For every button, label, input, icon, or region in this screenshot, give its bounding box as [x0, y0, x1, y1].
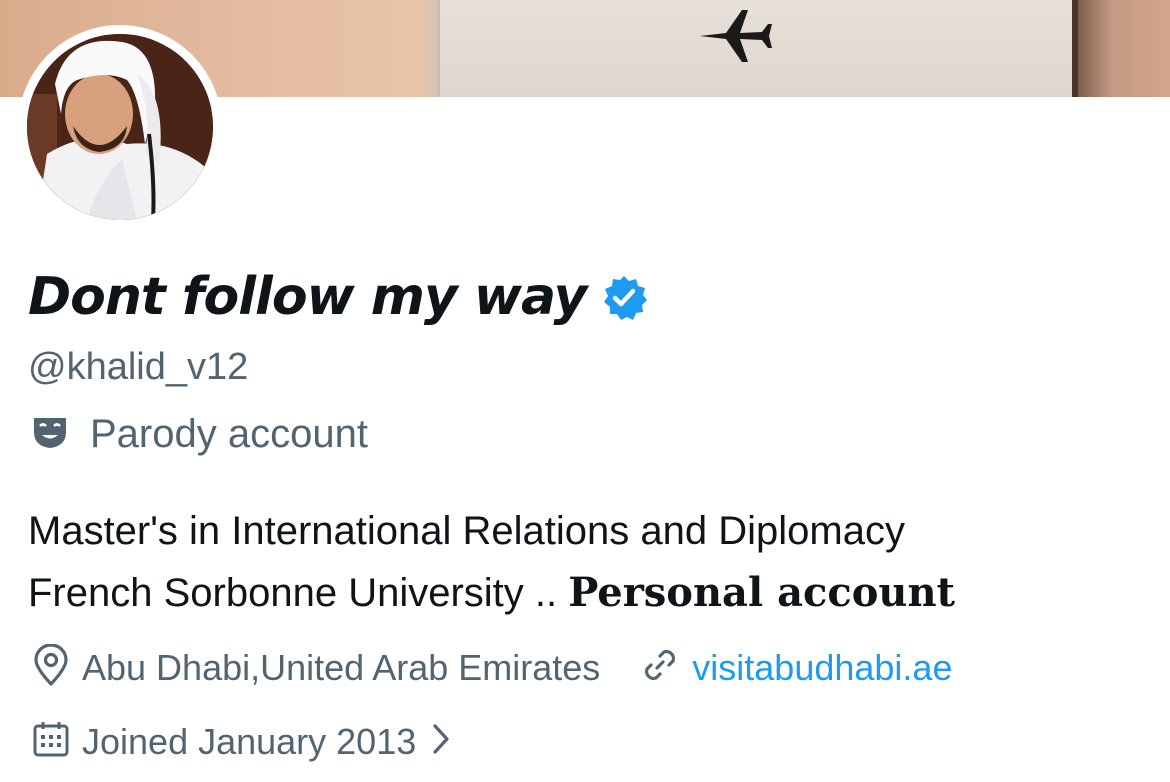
calendar-icon — [32, 720, 70, 763]
name-row: Dont follow my way — [28, 262, 648, 332]
profile-page: Dont follow my way @khalid_v12 Parody ac… — [0, 0, 1170, 782]
user-handle: @khalid_v12 — [28, 346, 249, 388]
verified-badge-icon[interactable] — [600, 274, 648, 327]
bio-bold-text: Personal account — [568, 569, 956, 616]
bio-line-2: French Sorbonne University .. Personal a… — [28, 562, 955, 624]
avatar[interactable] — [18, 25, 222, 229]
banner-window-edge — [1072, 0, 1078, 97]
parody-label: Parody account — [90, 412, 368, 456]
location-text: Abu Dhabi,United Arab Emirates — [82, 646, 601, 688]
profile-meta-row: Abu Dhabi,United Arab Emirates visitabud… — [32, 643, 952, 691]
profile-bio: Master's in International Relations and … — [28, 500, 955, 624]
display-name: Dont follow my way — [28, 267, 587, 327]
joined-date-row[interactable]: Joined January 2013 — [32, 720, 452, 763]
website-link[interactable]: visitabudhabi.ae — [692, 647, 952, 689]
airplane-icon — [696, 6, 776, 71]
location-pin-icon — [32, 643, 70, 691]
bio-line-2-text: French Sorbonne University .. — [28, 571, 569, 615]
chevron-right-icon[interactable] — [430, 721, 452, 762]
link-icon — [640, 645, 680, 690]
parody-label-row: Parody account — [32, 412, 368, 457]
avatar-photo — [27, 34, 213, 220]
theater-mask-icon — [32, 414, 68, 455]
joined-date-text: Joined January 2013 — [82, 720, 417, 762]
bio-line-1: Master's in International Relations and … — [28, 509, 905, 553]
